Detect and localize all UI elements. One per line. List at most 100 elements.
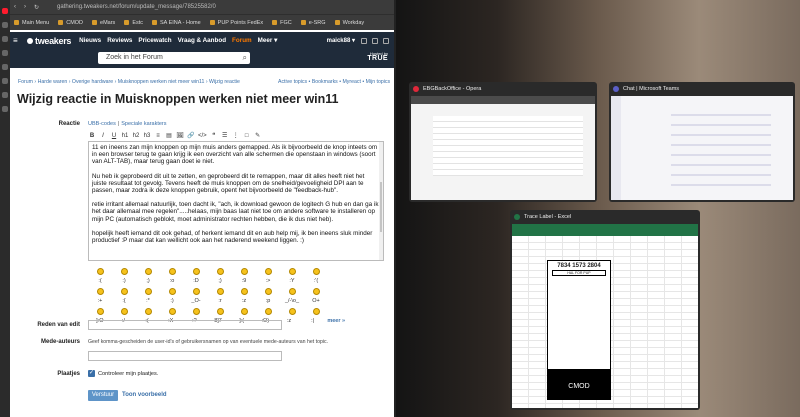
smiley-icon[interactable]: [192, 307, 200, 315]
messages-icon[interactable]: [372, 37, 378, 44]
smiley-icon[interactable]: [144, 267, 152, 275]
window-thumbnail-teams[interactable]: Chat | Microsoft Teams: [609, 82, 795, 202]
smiley-icon[interactable]: [144, 307, 152, 315]
notifications-icon[interactable]: [361, 37, 367, 44]
submit-button[interactable]: Verstuur: [88, 390, 118, 401]
check-images-checkbox[interactable]: ✓: [88, 370, 95, 377]
smiley-icon[interactable]: [216, 287, 224, 295]
smiley-icon[interactable]: [96, 267, 104, 275]
smiley-icon[interactable]: [240, 287, 248, 295]
smiley-icon[interactable]: [120, 307, 128, 315]
special-chars-link[interactable]: Speciale karakters: [121, 121, 166, 127]
smiley-icon[interactable]: [168, 307, 176, 315]
nav-pricewatch[interactable]: Pricewatch: [138, 37, 171, 44]
bookmark-item[interactable]: Estc: [124, 20, 143, 26]
smiley-code[interactable]: :o: [160, 278, 184, 284]
bold-button[interactable]: B: [88, 133, 96, 139]
bookmark-item[interactable]: e-SRG: [301, 20, 326, 26]
smiley-code[interactable]: :): [160, 298, 184, 304]
tweakers-logo[interactable]: tweakers: [27, 36, 71, 46]
smiley-code[interactable]: :): [112, 278, 136, 284]
bookmark-item[interactable]: Main Menu: [14, 20, 49, 26]
smiley-icon[interactable]: [216, 307, 224, 315]
edit-icon[interactable]: ✎: [254, 132, 262, 139]
quote-icon[interactable]: ❝: [210, 132, 218, 139]
table-icon[interactable]: ▤: [165, 132, 173, 139]
history-icon[interactable]: [2, 78, 8, 84]
smiley-code[interactable]: _O-: [184, 298, 208, 304]
messenger-icon[interactable]: [2, 36, 8, 42]
h2-button[interactable]: h2: [132, 133, 140, 139]
more-smileys-link[interactable]: meer »: [324, 318, 348, 324]
smiley-icon[interactable]: [312, 287, 320, 295]
ordered-list-icon[interactable]: ⋮: [232, 132, 240, 139]
settings-icon[interactable]: [2, 106, 8, 112]
ubb-codes-link[interactable]: UBB-codes: [88, 121, 116, 127]
smiley-icon[interactable]: [192, 267, 200, 275]
bookmark-item[interactable]: eMars: [92, 20, 115, 26]
window-thumbnail-excel[interactable]: Trace Label - Excel 7834 1573 2804 HAL F…: [510, 210, 700, 410]
smiley-icon[interactable]: [264, 287, 272, 295]
smiley-code[interactable]: :9: [232, 278, 256, 284]
smiley-icon[interactable]: [144, 287, 152, 295]
smiley-code[interactable]: :'(: [304, 278, 328, 284]
smiley-icon[interactable]: [264, 267, 272, 275]
link-icon[interactable]: 🔗: [187, 132, 195, 139]
smiley-icon[interactable]: [120, 287, 128, 295]
h3-button[interactable]: h3: [143, 133, 151, 139]
reload-icon[interactable]: ↻: [34, 4, 39, 11]
smiley-icon[interactable]: [216, 267, 224, 275]
hamburger-menu-icon[interactable]: ≡: [13, 36, 23, 45]
nav-nieuws[interactable]: Nieuws: [79, 37, 101, 44]
nav-meer[interactable]: Meer ▾: [258, 37, 278, 44]
smiley-code[interactable]: :z: [232, 298, 256, 304]
smiley-code[interactable]: :+: [88, 298, 112, 304]
smiley-code[interactable]: :D: [184, 278, 208, 284]
smiley-code[interactable]: :>: [256, 278, 280, 284]
smiley-icon[interactable]: [312, 307, 320, 315]
instagram-icon[interactable]: [2, 50, 8, 56]
smiley-code[interactable]: :p: [256, 298, 280, 304]
window-thumbnail-opera[interactable]: EBGBackOffice - Opera: [409, 82, 597, 202]
smiley-icon[interactable]: [192, 287, 200, 295]
smiley-icon[interactable]: [288, 287, 296, 295]
smiley-icon[interactable]: [240, 307, 248, 315]
box-icon[interactable]: □: [243, 133, 251, 139]
message-editor[interactable]: 11 en ineens zan mijn knoppen op mijn mu…: [88, 141, 384, 261]
topic-links[interactable]: Active topics • Bookmarks • Myreact • Mi…: [278, 79, 390, 85]
editor-scrollbar[interactable]: [379, 142, 383, 260]
smiley-code[interactable]: :(: [88, 278, 112, 284]
breadcrumb[interactable]: Forum › Harde waren › Overige hardware ›…: [18, 79, 240, 85]
opera-icon[interactable]: [2, 8, 8, 14]
preview-link[interactable]: Toon voorbeeld: [122, 392, 167, 398]
smiley-icon[interactable]: [96, 307, 104, 315]
smiley-icon[interactable]: [288, 267, 296, 275]
align-icon[interactable]: ≡: [154, 133, 162, 139]
check-images-label[interactable]: Controleer mijn plaatjes.: [98, 371, 158, 377]
italic-button[interactable]: I: [99, 133, 107, 139]
smiley-icon[interactable]: [168, 287, 176, 295]
h1-button[interactable]: h1: [121, 133, 129, 139]
smiley-code[interactable]: :{: [112, 298, 136, 304]
bookmark-item[interactable]: CMOD: [58, 20, 83, 26]
list-icon[interactable]: ☰: [221, 132, 229, 139]
bookmark-item[interactable]: PUP Points FedEx: [210, 20, 263, 26]
cart-icon[interactable]: [383, 37, 389, 44]
smiley-code[interactable]: ;): [208, 278, 232, 284]
smiley-code[interactable]: O+: [304, 298, 328, 304]
bookmark-item[interactable]: Workday: [335, 20, 365, 26]
url-field[interactable]: gathering.tweakers.net/forum/update_mess…: [57, 4, 216, 10]
forum-search-input[interactable]: Zoek in het Forum: [98, 52, 250, 64]
code-icon[interactable]: </>: [198, 133, 207, 139]
bookmarks-icon[interactable]: [2, 92, 8, 98]
bookmark-item[interactable]: FGC: [272, 20, 292, 26]
smiley-code[interactable]: :|: [301, 318, 325, 324]
smiley-icon[interactable]: [312, 267, 320, 275]
underline-button[interactable]: U: [110, 133, 118, 139]
nav-vraag-aanbod[interactable]: Vraag & Aanbod: [178, 37, 226, 44]
smiley-icon[interactable]: [288, 307, 296, 315]
whatsapp-icon[interactable]: [2, 22, 8, 28]
smiley-code[interactable]: :*: [136, 298, 160, 304]
smiley-icon[interactable]: [96, 287, 104, 295]
bookmark-item[interactable]: SA EINA - Home: [152, 20, 201, 26]
